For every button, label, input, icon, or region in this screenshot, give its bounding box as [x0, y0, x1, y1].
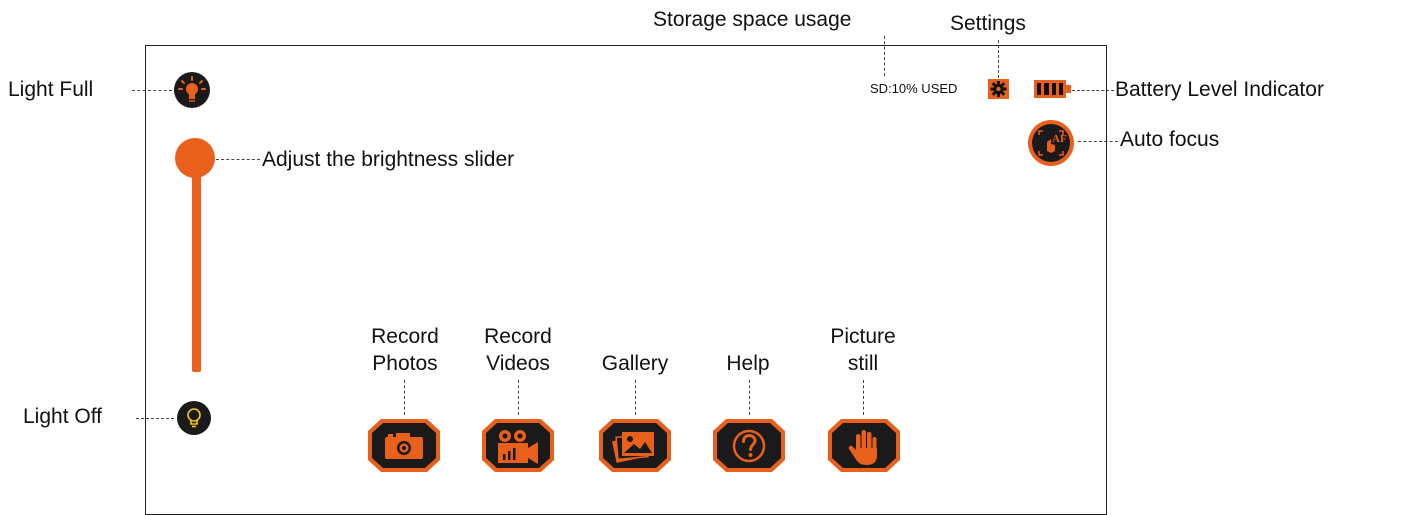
- record-videos-label: Record Videos: [484, 325, 552, 375]
- help-label: Help: [726, 352, 770, 375]
- bulb-off-icon: [187, 408, 201, 428]
- picture-still-button[interactable]: [827, 418, 901, 473]
- auto-focus-callout: Auto focus: [1120, 128, 1220, 151]
- battery-level-indicator: [1034, 80, 1071, 98]
- settings-button[interactable]: [988, 79, 1009, 99]
- gallery-button[interactable]: [598, 418, 672, 473]
- auto-focus-label: AF: [1052, 133, 1067, 145]
- record-photos-leader-line: [404, 380, 405, 415]
- picture-still-leader-line: [863, 380, 864, 415]
- brightness-slider-track[interactable]: [192, 165, 201, 372]
- storage-usage-text: SD:10% USED: [870, 81, 958, 96]
- record-photos-label: Record Photos: [371, 325, 439, 375]
- gallery-label: Gallery: [601, 352, 669, 375]
- brightness-slider-knob[interactable]: [175, 138, 215, 178]
- gear-icon: [990, 81, 1007, 97]
- battery-callout: Battery Level Indicator: [1115, 78, 1324, 101]
- record-videos-button[interactable]: [481, 418, 555, 473]
- auto-focus-icon: [1032, 124, 1070, 162]
- auto-focus-button[interactable]: AF: [1028, 120, 1074, 166]
- light-full-button[interactable]: [174, 72, 210, 108]
- bulb-on-icon: [178, 76, 206, 102]
- light-full-callout: Light Full: [8, 78, 94, 101]
- picture-still-label: Picture still: [830, 325, 896, 375]
- record-videos-leader-line: [518, 380, 519, 415]
- record-photos-button[interactable]: [367, 418, 441, 473]
- light-off-button[interactable]: [177, 401, 211, 435]
- help-leader-line: [749, 380, 750, 415]
- battery-tip: [1066, 85, 1071, 93]
- battery-icon: [1037, 83, 1063, 95]
- storage-usage-callout: Storage space usage: [653, 8, 852, 31]
- light-off-callout: Light Off: [23, 405, 102, 428]
- gallery-leader-line: [635, 380, 636, 415]
- help-button[interactable]: [712, 418, 786, 473]
- settings-callout: Settings: [950, 12, 1026, 35]
